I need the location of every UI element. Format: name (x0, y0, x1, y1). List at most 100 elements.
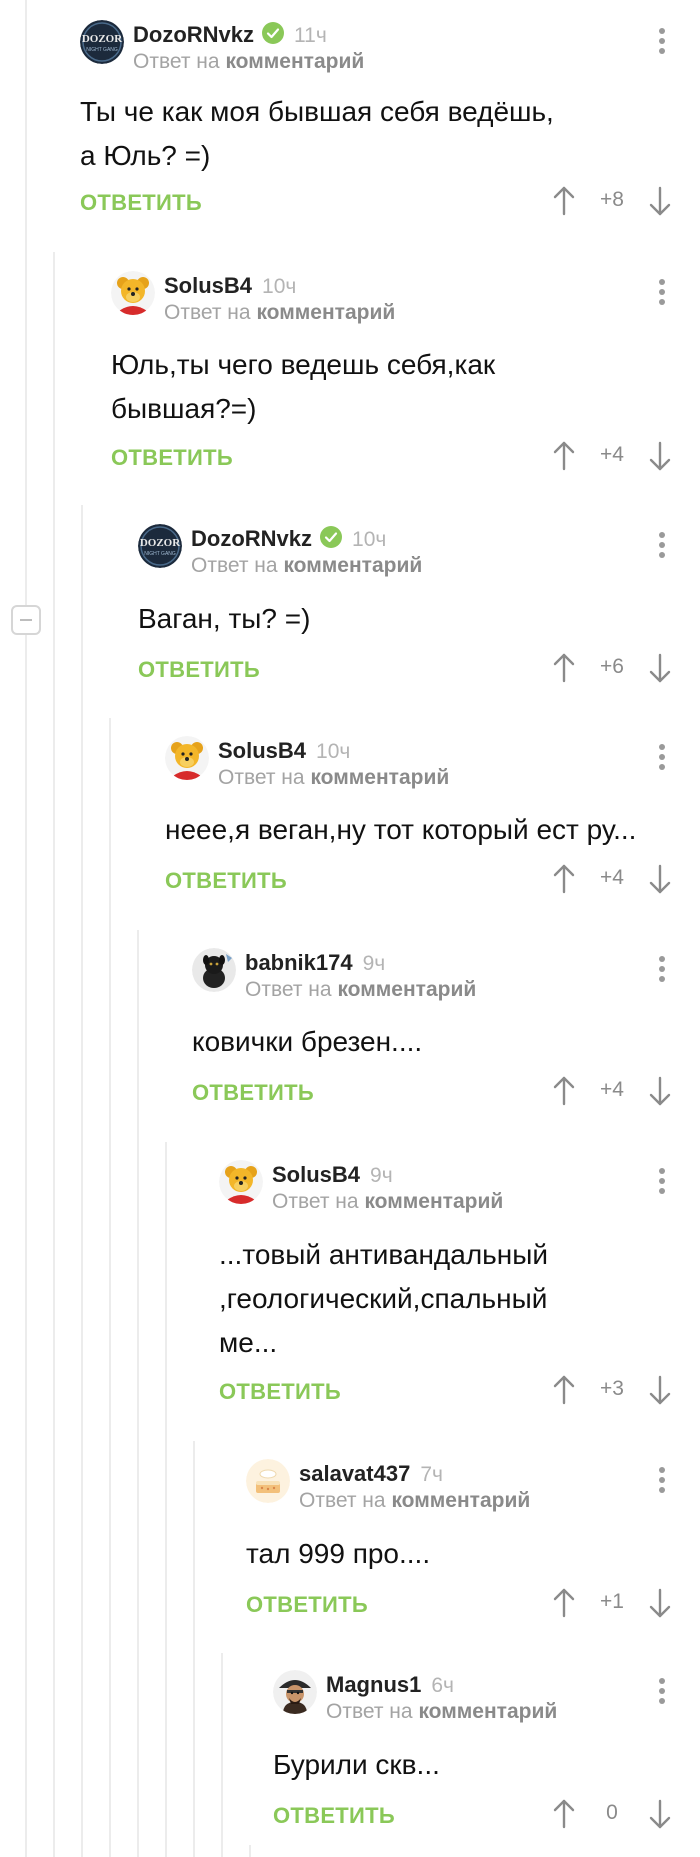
reply-button[interactable]: ОТВЕТИТЬ (246, 1592, 368, 1618)
more-vertical-icon[interactable] (658, 1168, 666, 1198)
vote-controls: +1 (552, 1588, 672, 1618)
reply-to-link[interactable]: комментарий (418, 1700, 557, 1723)
collapse-minus-icon[interactable] (11, 605, 41, 635)
arrow-down-icon[interactable] (648, 186, 672, 216)
comment-text: тал 999 про.... (246, 1538, 431, 1569)
comment-time: 10ч (352, 528, 387, 551)
reply-button[interactable]: ОТВЕТИТЬ (165, 868, 287, 894)
comment: babnik174 9ч Ответ на комментарий ковички б… (192, 948, 700, 1116)
comment-text: ...товый антивандальный ,геологический,с… (219, 1239, 548, 1358)
thread-line (221, 1653, 223, 1857)
vote-controls: +4 (552, 864, 672, 894)
arrow-up-icon[interactable] (552, 1588, 576, 1618)
avatar[interactable] (111, 271, 155, 315)
arrow-up-icon[interactable] (552, 864, 576, 894)
avatar[interactable] (219, 1160, 263, 1204)
more-vertical-icon[interactable] (658, 279, 666, 309)
comment-score: +4 (600, 443, 624, 466)
reply-to-link[interactable]: комментарий (337, 978, 476, 1001)
comment-score: +1 (600, 1590, 624, 1613)
comment: Magnus1 6ч Ответ на комментарий Бурили скв.… (273, 1670, 700, 1839)
avatar[interactable] (165, 736, 209, 780)
reply-button[interactable]: ОТВЕТИТЬ (192, 1080, 314, 1106)
reply-button[interactable]: ОТВЕТИТЬ (80, 190, 202, 216)
author-name[interactable]: DozoRNvkz (191, 526, 312, 551)
avatar[interactable]: DOZOR NIGHT GANG (80, 20, 124, 64)
comment-text: Ваган, ты? =) (138, 603, 311, 634)
author-name[interactable]: SolusB4 (218, 738, 306, 763)
more-vertical-icon[interactable] (658, 28, 666, 58)
arrow-up-icon[interactable] (552, 441, 576, 471)
vote-controls: 0 (552, 1799, 672, 1829)
comment-meta: babnik174 9ч Ответ на комментарий (245, 950, 476, 1003)
comment-time: 11ч (294, 24, 327, 47)
more-vertical-icon[interactable] (658, 744, 666, 774)
comment: SolusB4 10ч Ответ на комментарий Юль,ты чег… (111, 271, 700, 481)
comment-time: 9ч (362, 952, 386, 975)
comment-meta: salavat437 7ч Ответ на комментарий (299, 1461, 530, 1514)
comment-score: +4 (600, 1078, 624, 1101)
reply-to-prefix: Ответ на (299, 1489, 386, 1512)
comment-score: +8 (600, 188, 624, 211)
reply-to: Ответ на комментарий (218, 765, 449, 791)
comment: DOZOR NIGHT GANG DozoRNvkz 11ч Ответ на комм… (80, 20, 700, 226)
arrow-up-icon[interactable] (552, 653, 576, 683)
reply-to-link[interactable]: комментарий (256, 301, 395, 324)
more-vertical-icon[interactable] (658, 532, 666, 562)
comment: SolusB4 10ч Ответ на комментарий неее,я вег… (165, 736, 700, 904)
comment: salavat437 7ч Ответ на комментарий тал 999 … (246, 1459, 700, 1628)
reply-to-link[interactable]: комментарий (283, 554, 422, 577)
reply-to-link[interactable]: комментарий (310, 766, 449, 789)
thread-line (25, 0, 27, 605)
arrow-down-icon[interactable] (648, 653, 672, 683)
reply-to-prefix: Ответ на (218, 766, 305, 789)
reply-button[interactable]: ОТВЕТИТЬ (138, 657, 260, 683)
more-vertical-icon[interactable] (658, 1467, 666, 1497)
thread-line (249, 1845, 251, 1857)
arrow-up-icon[interactable] (552, 1375, 576, 1405)
arrow-up-icon[interactable] (552, 1799, 576, 1829)
author-name[interactable]: SolusB4 (272, 1162, 360, 1187)
comment-score: +6 (600, 655, 624, 678)
author-name[interactable]: Magnus1 (326, 1672, 421, 1697)
arrow-down-icon[interactable] (648, 1375, 672, 1405)
arrow-down-icon[interactable] (648, 1588, 672, 1618)
avatar[interactable]: DOZOR NIGHT GANG (138, 524, 182, 568)
arrow-up-icon[interactable] (552, 186, 576, 216)
arrow-up-icon[interactable] (552, 1076, 576, 1106)
thread-line (109, 718, 111, 1857)
avatar[interactable] (246, 1459, 290, 1503)
author-name[interactable]: SolusB4 (164, 273, 252, 298)
arrow-down-icon[interactable] (648, 864, 672, 894)
reply-button[interactable]: ОТВЕТИТЬ (219, 1379, 341, 1405)
comment: DOZOR NIGHT GANG DozoRNvkz 10ч Ответ на комм… (138, 524, 700, 693)
reply-to-link[interactable]: комментарий (225, 50, 364, 73)
avatar[interactable] (192, 948, 236, 992)
comment-meta: Magnus1 6ч Ответ на комментарий (326, 1672, 557, 1725)
arrow-down-icon[interactable] (648, 1799, 672, 1829)
thread-line (81, 505, 83, 1857)
svg-text:NIGHT GANG: NIGHT GANG (86, 47, 118, 53)
avatar[interactable] (273, 1670, 317, 1714)
vote-controls: +8 (552, 186, 672, 216)
more-vertical-icon[interactable] (658, 1678, 666, 1708)
vote-controls: +3 (552, 1375, 672, 1405)
vote-controls: +4 (552, 1076, 672, 1106)
reply-to-prefix: Ответ на (326, 1700, 413, 1723)
author-name[interactable]: babnik174 (245, 950, 353, 975)
reply-button[interactable]: ОТВЕТИТЬ (111, 445, 233, 471)
reply-to-link[interactable]: комментарий (391, 1489, 530, 1512)
author-name[interactable]: salavat437 (299, 1461, 410, 1486)
arrow-down-icon[interactable] (648, 441, 672, 471)
thread-line (25, 635, 27, 1857)
comment-text: Бурили скв... (273, 1749, 440, 1780)
more-vertical-icon[interactable] (658, 956, 666, 986)
comment-meta: SolusB4 10ч Ответ на комментарий (164, 273, 395, 326)
reply-to: Ответ на комментарий (133, 49, 364, 75)
author-name[interactable]: DozoRNvkz (133, 22, 254, 47)
reply-to-link[interactable]: комментарий (364, 1190, 503, 1213)
reply-to: Ответ на комментарий (272, 1189, 503, 1215)
arrow-down-icon[interactable] (648, 1076, 672, 1106)
vote-controls: +4 (552, 441, 672, 471)
reply-button[interactable]: ОТВЕТИТЬ (273, 1803, 395, 1829)
